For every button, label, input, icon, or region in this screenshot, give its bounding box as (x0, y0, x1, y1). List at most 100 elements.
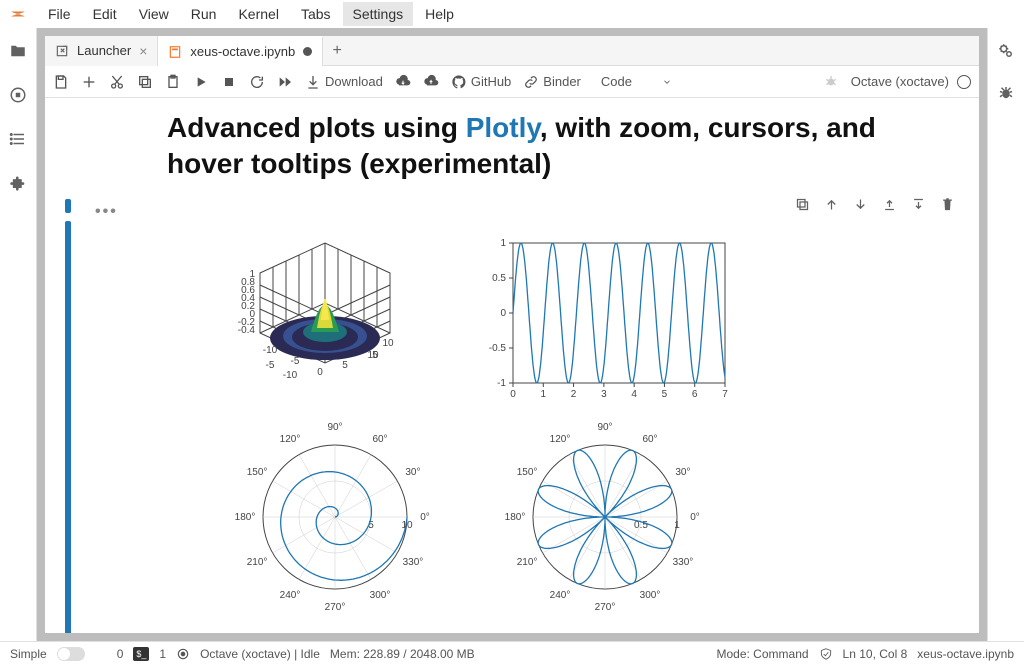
kernel-sessions-icon[interactable] (176, 647, 190, 661)
menu-run[interactable]: Run (181, 2, 227, 26)
notebook-icon (168, 45, 182, 59)
svg-text:0.5: 0.5 (492, 273, 506, 284)
svg-text:120°: 120° (280, 434, 301, 445)
terminal-icon[interactable]: $_ (133, 647, 149, 661)
menu-edit[interactable]: Edit (83, 2, 127, 26)
notebook-toolbar: Download GitHub Binder Code Octave (xoct… (45, 66, 979, 98)
paste-icon[interactable] (165, 74, 181, 90)
plot-polar-spiral[interactable]: 0°30°60°90°120°150°180°210°240°270°300°3… (205, 417, 465, 617)
trust-icon[interactable] (819, 647, 833, 661)
debugger-icon[interactable] (997, 84, 1015, 102)
insert-above-icon[interactable] (882, 197, 897, 212)
svg-text:60°: 60° (642, 434, 657, 445)
cloud-up-icon[interactable] (423, 74, 439, 90)
cloud-down-icon[interactable] (395, 74, 411, 90)
kernel-name: Octave (xoctave) (851, 74, 949, 89)
add-tab-button[interactable]: + (323, 42, 351, 60)
svg-text:300°: 300° (640, 590, 661, 601)
extension-icon[interactable] (9, 174, 27, 192)
svg-text:-1: -1 (497, 378, 506, 389)
svg-text:0: 0 (317, 367, 323, 378)
delete-icon[interactable] (940, 197, 955, 212)
right-sidebar (988, 28, 1024, 641)
download-button[interactable]: Download (305, 74, 383, 90)
plots-output: -0.4-0.20 0.20.40.6 0.81 -10-50510 105 -… (205, 233, 955, 617)
status-cursor: Ln 10, Col 8 (843, 647, 908, 661)
svg-text:-0.5: -0.5 (489, 343, 507, 354)
run-icon[interactable] (193, 74, 209, 90)
svg-text:10: 10 (382, 338, 394, 349)
statusbar: Simple 0 $_ 1 Octave (xoctave) | Idle Me… (0, 641, 1024, 665)
tab-notebook-dirty-icon[interactable] (303, 47, 312, 56)
duplicate-icon[interactable] (795, 197, 810, 212)
download-icon (305, 74, 321, 90)
svg-text:180°: 180° (505, 512, 526, 523)
move-down-icon[interactable] (853, 197, 868, 212)
menu-view[interactable]: View (129, 2, 179, 26)
tab-notebook[interactable]: xeus-octave.ipynb (158, 36, 323, 66)
svg-text:270°: 270° (595, 602, 616, 613)
svg-text:0°: 0° (420, 512, 430, 523)
cut-icon[interactable] (109, 74, 125, 90)
bug-icon[interactable] (823, 74, 839, 90)
menu-help[interactable]: Help (415, 2, 464, 26)
tab-notebook-label: xeus-octave.ipynb (190, 44, 295, 59)
main-area: Launcher × xeus-octave.ipynb + Downl (0, 28, 1024, 641)
cell-marker-collapsed[interactable] (65, 199, 71, 213)
gears-icon[interactable] (997, 42, 1015, 60)
svg-text:210°: 210° (247, 557, 268, 568)
cell-marker-output[interactable] (65, 221, 71, 633)
menu-file[interactable]: File (38, 2, 81, 26)
notebook-body[interactable]: Advanced plots using Plotly, with zoom, … (45, 98, 979, 633)
svg-text:60°: 60° (372, 434, 387, 445)
launcher-icon (55, 44, 69, 58)
menu-tabs[interactable]: Tabs (291, 2, 341, 26)
status-mode: Mode: Command (717, 647, 809, 661)
link-icon (523, 74, 539, 90)
menubar: File Edit View Run Kernel Tabs Settings … (0, 0, 1024, 28)
binder-button[interactable]: Binder (523, 74, 581, 90)
plotly-link[interactable]: Plotly (466, 112, 540, 143)
stop-icon[interactable] (221, 74, 237, 90)
plot-polar-rose[interactable]: 0°30°60°90°120°150°180°210°240°270°300°3… (475, 417, 735, 617)
status-terminals-count: 1 (159, 647, 166, 661)
tab-launcher[interactable]: Launcher × (45, 36, 158, 66)
svg-text:90°: 90° (327, 422, 342, 433)
save-icon[interactable] (53, 74, 69, 90)
menu-kernel[interactable]: Kernel (228, 2, 288, 26)
plot-line-sine[interactable]: 01234567-1-0.500.51 (475, 233, 735, 403)
toc-icon[interactable] (9, 130, 27, 148)
restart-icon[interactable] (249, 74, 265, 90)
svg-text:5: 5 (342, 360, 348, 371)
github-button[interactable]: GitHub (451, 74, 511, 90)
plot-3d-surface[interactable]: -0.4-0.20 0.20.40.6 0.81 -10-50510 105 -… (205, 233, 465, 403)
status-kernel[interactable]: Octave (xoctave) | Idle (200, 647, 320, 661)
status-memory: Mem: 228.89 / 2048.00 MB (330, 647, 475, 661)
svg-text:0: 0 (510, 389, 516, 400)
svg-text:6: 6 (692, 389, 698, 400)
svg-text:240°: 240° (280, 590, 301, 601)
svg-text:270°: 270° (325, 602, 346, 613)
fast-forward-icon[interactable] (277, 74, 293, 90)
menu-settings[interactable]: Settings (343, 2, 414, 26)
tab-launcher-close-icon[interactable]: × (139, 43, 147, 59)
move-up-icon[interactable] (824, 197, 839, 212)
insert-below-icon[interactable] (911, 197, 926, 212)
celltype-select[interactable]: Code (593, 72, 680, 91)
simple-label: Simple (10, 647, 47, 661)
running-icon[interactable] (9, 86, 27, 104)
kernel-indicator[interactable]: Octave (xoctave) (851, 74, 971, 89)
code-cell[interactable]: ••• (57, 199, 955, 617)
collapsed-input-icon[interactable]: ••• (95, 203, 118, 220)
simple-toggle[interactable] (57, 647, 85, 661)
folder-icon[interactable] (9, 42, 27, 60)
svg-text:4: 4 (631, 389, 637, 400)
status-file[interactable]: xeus-octave.ipynb (917, 647, 1014, 661)
tab-bar: Launcher × xeus-octave.ipynb + (45, 36, 979, 66)
copy-icon[interactable] (137, 74, 153, 90)
heading-pre: Advanced plots using (167, 112, 466, 143)
svg-text:3: 3 (601, 389, 607, 400)
svg-text:1: 1 (541, 389, 547, 400)
cell-toolbar (795, 197, 955, 212)
add-cell-icon[interactable] (81, 74, 97, 90)
